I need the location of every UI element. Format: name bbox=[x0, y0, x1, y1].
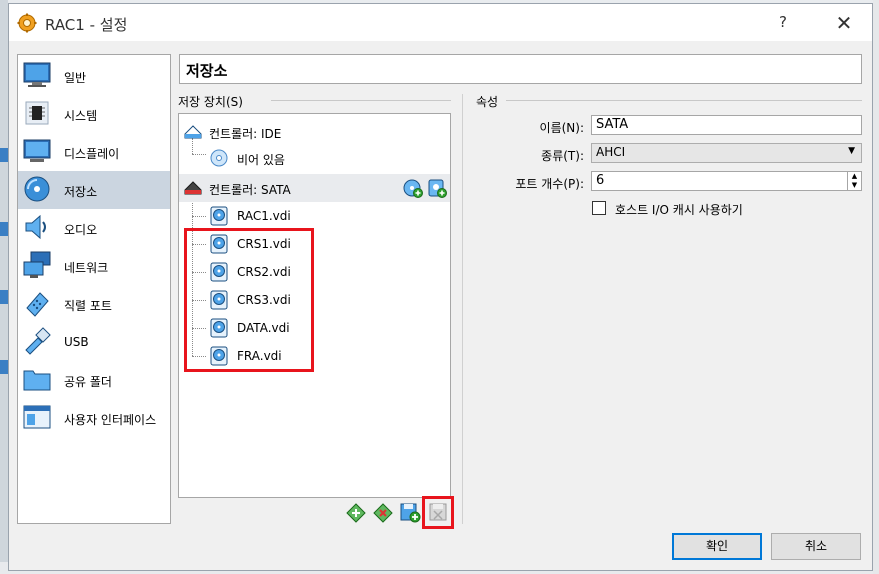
gear-icon bbox=[17, 13, 37, 33]
settings-dialog: RAC1 - 설정 ? ✕ 일반 시스템 디스플레이 저장소 오디오 네트워크 … bbox=[8, 3, 873, 571]
sidebar-item-display[interactable]: 디스플레이 bbox=[18, 133, 170, 171]
tree-item-disk[interactable]: RAC1.vdi bbox=[179, 202, 450, 230]
tree-item-optical-empty[interactable]: 비어 있음 bbox=[179, 144, 450, 172]
sidebar-item-general[interactable]: 일반 bbox=[18, 57, 170, 95]
controller-icon bbox=[184, 125, 202, 139]
ok-button[interactable]: 확인 bbox=[672, 533, 762, 560]
add-attachment-icon[interactable] bbox=[399, 501, 421, 523]
usb-icon bbox=[25, 327, 51, 355]
sidebar-item-label: 오디오 bbox=[64, 223, 98, 237]
attributes-group-title: 속성 bbox=[476, 95, 499, 109]
sidebar-item-system[interactable]: 시스템 bbox=[18, 95, 170, 133]
highlight-box-disks bbox=[184, 228, 314, 372]
type-select-value: AHCI bbox=[596, 145, 626, 159]
sidebar-item-label: 사용자 인터페이스 bbox=[64, 413, 157, 427]
storage-devices-group-title: 저장 장치(S) bbox=[178, 95, 243, 109]
page-title: 저장소 bbox=[186, 62, 228, 80]
display-icon bbox=[23, 139, 51, 162]
speaker-icon bbox=[25, 214, 46, 240]
chip-icon bbox=[25, 101, 49, 125]
tree-item-controller-sata[interactable]: 컨트롤러: SATA bbox=[179, 174, 450, 202]
sidebar-item-audio[interactable]: 오디오 bbox=[18, 209, 170, 247]
close-button[interactable]: ✕ bbox=[829, 9, 859, 37]
network-icon bbox=[23, 251, 51, 278]
sidebar-item-serial-port[interactable]: 직렬 포트 bbox=[18, 285, 170, 323]
spin-down-icon[interactable]: ▼ bbox=[848, 181, 861, 190]
group-divider bbox=[271, 100, 451, 101]
group-divider bbox=[506, 100, 862, 101]
port-count-spinner[interactable]: 6 ▲ ▼ bbox=[591, 171, 862, 191]
sidebar-item-label: 디스플레이 bbox=[64, 147, 120, 161]
sidebar-item-label: 직렬 포트 bbox=[64, 299, 112, 313]
highlight-box-remove-button bbox=[422, 496, 454, 529]
serial-port-icon bbox=[26, 292, 49, 317]
host-io-cache-label: 호스트 I/O 캐시 사용하기 bbox=[615, 203, 743, 217]
sidebar-item-label: 공유 폴더 bbox=[64, 375, 112, 389]
port-count-label: 포트 개수(P): bbox=[515, 177, 584, 191]
add-hard-disk-icon[interactable] bbox=[427, 178, 447, 198]
controller-icon bbox=[184, 181, 202, 195]
window-title: RAC1 - 설정 bbox=[45, 16, 128, 34]
type-label: 종류(T): bbox=[541, 149, 584, 163]
hard-disk-icon bbox=[210, 206, 228, 226]
folder-icon bbox=[23, 370, 51, 391]
sidebar-item-label: 네트워크 bbox=[64, 261, 109, 275]
sidebar-item-label: 일반 bbox=[64, 71, 87, 85]
help-button[interactable]: ? bbox=[779, 13, 787, 31]
optical-disc-icon bbox=[210, 149, 228, 167]
sidebar-item-label: 시스템 bbox=[64, 109, 98, 123]
window-icon bbox=[23, 405, 51, 429]
monitor-icon bbox=[23, 62, 51, 87]
disk-icon bbox=[24, 176, 50, 202]
name-label: 이름(N): bbox=[539, 121, 584, 135]
tree-item-label: 컨트롤러: SATA bbox=[209, 183, 291, 197]
title-bar: RAC1 - 설정 ? ✕ bbox=[9, 4, 872, 41]
add-optical-drive-icon[interactable] bbox=[403, 178, 423, 198]
sidebar-item-network[interactable]: 네트워크 bbox=[18, 247, 170, 285]
chevron-down-icon: ▼ bbox=[848, 146, 855, 156]
sidebar-item-shared-folders[interactable]: 공유 폴더 bbox=[18, 361, 170, 399]
tree-item-label: 컨트롤러: IDE bbox=[209, 127, 282, 141]
panel-divider bbox=[462, 94, 463, 524]
sidebar-item-label: 저장소 bbox=[64, 185, 98, 199]
background-right-edge bbox=[873, 0, 879, 574]
sidebar-item-usb[interactable]: USB bbox=[18, 323, 170, 361]
type-select[interactable]: AHCI ▼ bbox=[591, 143, 862, 163]
cancel-button[interactable]: 취소 bbox=[771, 533, 861, 560]
tree-item-label: 비어 있음 bbox=[237, 153, 285, 167]
sidebar-item-user-interface[interactable]: 사용자 인터페이스 bbox=[18, 399, 170, 437]
name-field[interactable]: SATA bbox=[591, 115, 862, 135]
sidebar-item-label: USB bbox=[64, 335, 89, 349]
sidebar-item-storage[interactable]: 저장소 bbox=[18, 171, 170, 209]
spinner-buttons[interactable]: ▲ ▼ bbox=[847, 172, 861, 190]
add-controller-icon[interactable] bbox=[345, 501, 367, 523]
background-left-edge bbox=[0, 0, 8, 574]
remove-controller-icon[interactable] bbox=[372, 501, 394, 523]
settings-sidebar: 일반 시스템 디스플레이 저장소 오디오 네트워크 직렬 포트 USB 공유 폴… bbox=[17, 54, 171, 524]
spin-up-icon[interactable]: ▲ bbox=[848, 172, 861, 181]
host-io-cache-checkbox[interactable] bbox=[592, 201, 606, 215]
tree-item-label: RAC1.vdi bbox=[237, 209, 291, 223]
tree-item-controller-ide[interactable]: 컨트롤러: IDE bbox=[179, 118, 450, 146]
page-title-box: 저장소 bbox=[179, 54, 862, 84]
port-count-value: 6 bbox=[596, 173, 605, 188]
